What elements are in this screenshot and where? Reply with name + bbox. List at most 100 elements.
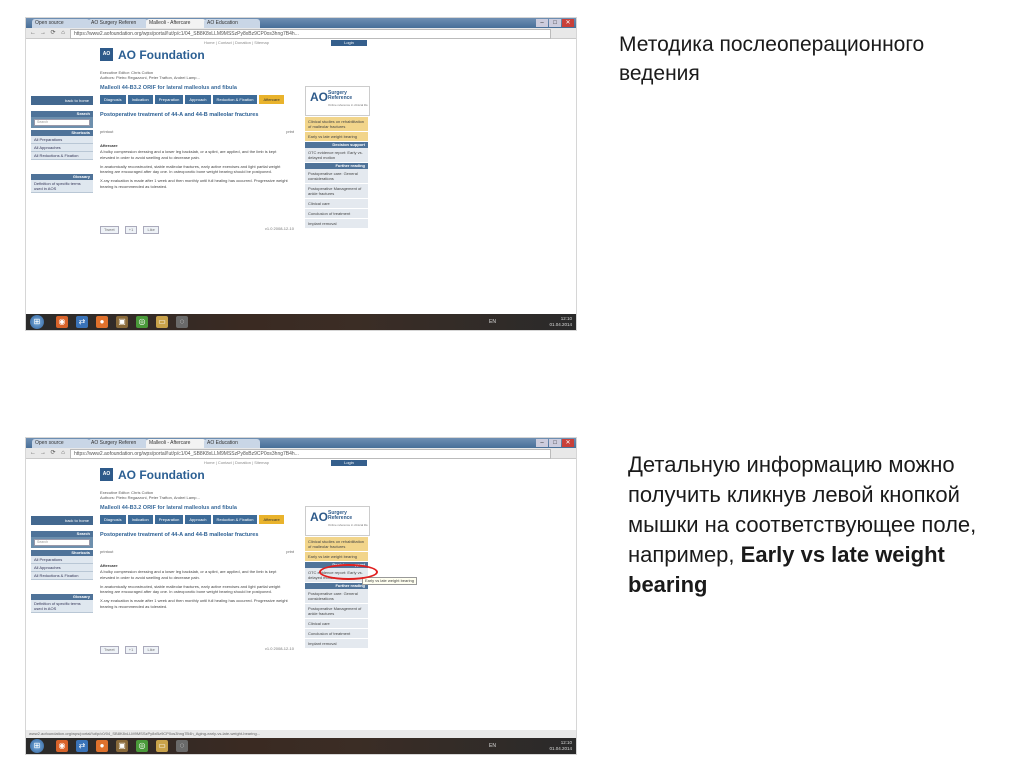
- back-to-home-button[interactable]: back to home: [31, 96, 93, 105]
- maximize-button[interactable]: □: [549, 19, 561, 27]
- further-reading-item[interactable]: Postoperative care: General consideratio…: [305, 169, 368, 184]
- further-reading-item[interactable]: Conclusion of treatment: [305, 629, 368, 639]
- further-reading-item[interactable]: Postoperative Management of ankle fractu…: [305, 184, 368, 199]
- back-arrow-icon[interactable]: ←: [29, 29, 37, 37]
- early-vs-late-weight-bearing-link[interactable]: Early vs late weight bearing: [305, 552, 368, 562]
- shortcut-item[interactable]: All Preparations: [31, 556, 93, 564]
- clinical-studies-link[interactable]: Clinical studies on rehabilitation of ma…: [305, 537, 368, 552]
- minimize-button[interactable]: –: [536, 439, 548, 447]
- app-icon[interactable]: ◌: [176, 316, 188, 328]
- firefox-icon[interactable]: ●: [96, 740, 108, 752]
- firefox-icon[interactable]: ●: [96, 316, 108, 328]
- browser-tab-active[interactable]: Malleoli - Aftercare: [146, 439, 206, 448]
- folder-icon[interactable]: ▭: [156, 740, 168, 752]
- forward-arrow-icon[interactable]: →: [39, 29, 47, 37]
- search-input[interactable]: Search: [34, 119, 90, 126]
- paragraph: In anatomically reconstructed, stable ma…: [100, 583, 281, 595]
- tab-indication[interactable]: Indication: [127, 95, 153, 104]
- print-link[interactable]: print: [286, 129, 294, 134]
- close-window-button[interactable]: ✕: [562, 19, 574, 27]
- further-reading-item[interactable]: Clinical care: [305, 619, 368, 629]
- forward-arrow-icon[interactable]: →: [39, 449, 47, 457]
- shortcut-item[interactable]: All Preparations: [31, 136, 93, 144]
- early-vs-late-weight-bearing-link[interactable]: Early vs late weight bearing: [305, 132, 368, 142]
- print-link[interactable]: print: [286, 549, 294, 554]
- clock[interactable]: 12:10 01.04.2014: [549, 740, 572, 752]
- browser-tab[interactable]: Open source: [32, 439, 90, 448]
- app-icon[interactable]: ▣: [116, 740, 128, 752]
- url-input[interactable]: https://www2.aofoundation.org/wps/portal…: [70, 29, 551, 39]
- search-input[interactable]: Search: [34, 539, 90, 546]
- printout-link[interactable]: printout: [100, 129, 113, 134]
- back-to-home-button[interactable]: back to home: [31, 516, 93, 525]
- tweet-button[interactable]: Tweet: [100, 226, 119, 234]
- glossary-item[interactable]: Definition of specific terms used in AOS: [31, 600, 93, 613]
- further-reading-item[interactable]: Clinical care: [305, 199, 368, 209]
- tab-reduction-fixation[interactable]: Reduction & Fixation: [212, 95, 258, 104]
- further-reading-item[interactable]: Conclusion of treatment: [305, 209, 368, 219]
- further-reading-item[interactable]: Implant removal: [305, 219, 368, 229]
- shortcut-item[interactable]: All Approaches: [31, 144, 93, 152]
- like-button[interactable]: Like: [143, 226, 159, 234]
- browser-tab[interactable]: Open source: [32, 19, 90, 28]
- top-links[interactable]: Home | Contact | Donation | Sitemap: [204, 460, 269, 465]
- maximize-button[interactable]: □: [549, 439, 561, 447]
- tab-approach[interactable]: Approach: [185, 515, 211, 524]
- top-links[interactable]: Home | Contact | Donation | Sitemap: [204, 40, 269, 45]
- tab-indication[interactable]: Indication: [127, 515, 153, 524]
- login-button[interactable]: Login: [331, 460, 367, 466]
- app-icon[interactable]: ◉: [56, 740, 68, 752]
- further-reading-item[interactable]: Postoperative Management of ankle fractu…: [305, 604, 368, 619]
- further-reading-item[interactable]: Implant removal: [305, 639, 368, 649]
- chrome-icon[interactable]: ◎: [136, 316, 148, 328]
- home-icon[interactable]: ⌂: [59, 29, 67, 37]
- start-button-icon[interactable]: ⊞: [30, 739, 44, 753]
- ao-surgery-reference-logo[interactable]: AO Surgery Reference Online reference in …: [305, 86, 370, 116]
- browser-tab[interactable]: AO Education: [204, 19, 260, 28]
- browser-tab[interactable]: AO Surgery Referen: [88, 19, 148, 28]
- browser-tab-active[interactable]: Malleoli - Aftercare: [146, 19, 206, 28]
- reload-icon[interactable]: ⟳: [49, 449, 57, 457]
- browser-tab[interactable]: AO Education: [204, 439, 260, 448]
- tab-preparation[interactable]: Preparation: [154, 95, 184, 104]
- app-icon[interactable]: ⇄: [76, 740, 88, 752]
- tab-approach[interactable]: Approach: [185, 95, 211, 104]
- tweet-button[interactable]: Tweet: [100, 646, 119, 654]
- tab-diagnosis[interactable]: Diagnosis: [100, 95, 126, 104]
- chrome-icon[interactable]: ◎: [136, 740, 148, 752]
- start-button-icon[interactable]: ⊞: [30, 315, 44, 329]
- like-button[interactable]: Like: [143, 646, 159, 654]
- tab-aftercare[interactable]: Aftercare: [259, 515, 284, 524]
- printout-link[interactable]: printout: [100, 549, 113, 554]
- tab-aftercare[interactable]: Aftercare: [259, 95, 284, 104]
- plusone-button[interactable]: +1: [124, 226, 138, 234]
- app-icon[interactable]: ▣: [116, 316, 128, 328]
- plusone-button[interactable]: +1: [124, 646, 138, 654]
- language-indicator[interactable]: EN: [489, 319, 496, 325]
- clinical-studies-link[interactable]: Clinical studies on rehabilitation of ma…: [305, 117, 368, 132]
- app-icon[interactable]: ⇄: [76, 316, 88, 328]
- minimize-button[interactable]: –: [536, 19, 548, 27]
- browser-tab[interactable]: AO Surgery Referen: [88, 439, 148, 448]
- ao-surgery-reference-logo[interactable]: AO Surgery Reference Online reference in …: [305, 506, 370, 536]
- shortcut-item[interactable]: All Reductions & Fixation: [31, 572, 93, 580]
- language-indicator[interactable]: EN: [489, 743, 496, 749]
- shortcut-item[interactable]: All Reductions & Fixation: [31, 152, 93, 160]
- back-arrow-icon[interactable]: ←: [29, 449, 37, 457]
- close-window-button[interactable]: ✕: [562, 439, 574, 447]
- folder-icon[interactable]: ▭: [156, 316, 168, 328]
- home-icon[interactable]: ⌂: [59, 449, 67, 457]
- tab-preparation[interactable]: Preparation: [154, 515, 184, 524]
- reload-icon[interactable]: ⟳: [49, 29, 57, 37]
- tab-reduction-fixation[interactable]: Reduction & Fixation: [212, 515, 258, 524]
- tab-diagnosis[interactable]: Diagnosis: [100, 515, 126, 524]
- decision-support-item[interactable]: OTC evidence report: Early vs. delayed m…: [305, 148, 368, 163]
- login-button[interactable]: Login: [331, 40, 367, 46]
- clock[interactable]: 12:10 01.04.2014: [549, 316, 572, 328]
- app-icon[interactable]: ◉: [56, 316, 68, 328]
- glossary-item[interactable]: Definition of specific terms used in AOS: [31, 180, 93, 193]
- url-input[interactable]: https://www2.aofoundation.org/wps/portal…: [70, 449, 551, 459]
- app-icon[interactable]: ◌: [176, 740, 188, 752]
- shortcut-item[interactable]: All Approaches: [31, 564, 93, 572]
- further-reading-item[interactable]: Postoperative care: General consideratio…: [305, 589, 368, 604]
